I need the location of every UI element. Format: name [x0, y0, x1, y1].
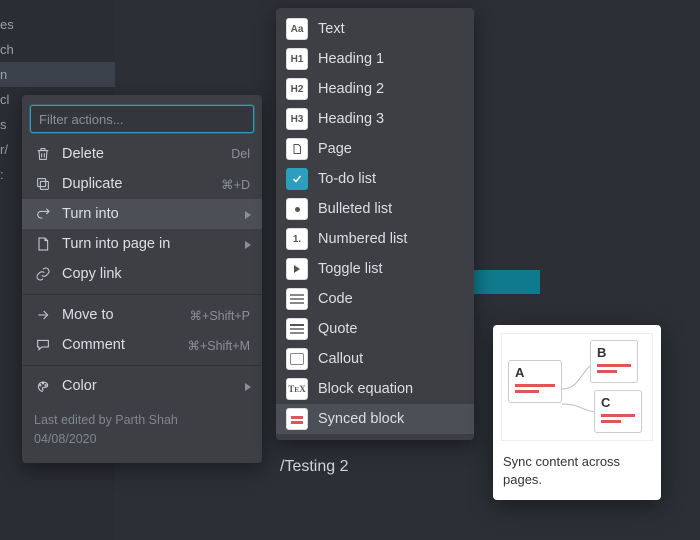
- shortcut: ⌘+D: [221, 177, 250, 192]
- last-edited-date: 04/08/2020: [34, 430, 250, 449]
- menu-item-label: Copy link: [62, 266, 250, 282]
- menu-item-label: Turn into page in: [62, 236, 250, 252]
- menu-footer: Last edited by Parth Shah 04/08/2020: [22, 401, 262, 453]
- turninto-icon: [34, 205, 52, 223]
- block-option-todo[interactable]: To-do list: [276, 164, 474, 194]
- block-option-equation[interactable]: TEX Block equation: [276, 374, 474, 404]
- menu-item-label: Turn into: [62, 206, 250, 222]
- block-option-label: Text: [318, 21, 464, 37]
- link-icon: [34, 265, 52, 283]
- block-option-quote[interactable]: Quote: [276, 314, 474, 344]
- block-context-menu: Delete Del Duplicate ⌘+D Turn into Turn …: [22, 95, 262, 463]
- block-option-page[interactable]: Page: [276, 134, 474, 164]
- synced-thumb-icon: [286, 408, 308, 430]
- tooltip-preview: A B C: [501, 333, 653, 441]
- menu-item-label: Duplicate: [62, 176, 221, 192]
- menu-item-duplicate[interactable]: Duplicate ⌘+D: [22, 169, 262, 199]
- h2-thumb-icon: H2: [286, 78, 308, 100]
- block-option-synced-block[interactable]: Synced block: [276, 404, 474, 434]
- menu-item-turn-into[interactable]: Turn into: [22, 199, 262, 229]
- block-option-label: Synced block: [318, 411, 464, 427]
- menu-item-label: Color: [62, 378, 250, 394]
- menu-item-label: Comment: [62, 337, 187, 353]
- numbered-thumb-icon: 1.: [286, 228, 308, 250]
- block-option-label: Bulleted list: [318, 201, 464, 217]
- block-option-callout[interactable]: Callout: [276, 344, 474, 374]
- menu-item-delete[interactable]: Delete Del: [22, 139, 262, 169]
- chevron-right-icon: [244, 206, 252, 222]
- block-option-label: To-do list: [318, 171, 464, 187]
- moveto-icon: [34, 306, 52, 324]
- color-icon: [34, 377, 52, 395]
- h1-thumb-icon: H1: [286, 48, 308, 70]
- trash-icon: [34, 145, 52, 163]
- code-thumb-icon: [286, 288, 308, 310]
- menu-separator: [22, 365, 262, 366]
- filter-actions-input[interactable]: [30, 105, 254, 133]
- block-option-label: Heading 2: [318, 81, 464, 97]
- callout-thumb-icon: [286, 348, 308, 370]
- block-option-toggle[interactable]: Toggle list: [276, 254, 474, 284]
- block-option-numbered[interactable]: 1. Numbered list: [276, 224, 474, 254]
- block-option-label: Page: [318, 141, 464, 157]
- menu-item-color[interactable]: Color: [22, 371, 262, 401]
- quote-thumb-icon: [286, 318, 308, 340]
- page-slash-command[interactable]: /Testing 2: [280, 458, 348, 476]
- menu-item-label: Delete: [62, 146, 231, 162]
- block-option-heading-1[interactable]: H1 Heading 1: [276, 44, 474, 74]
- page-icon: [34, 235, 52, 253]
- block-option-label: Callout: [318, 351, 464, 367]
- tooltip-description: Sync content across pages.: [493, 449, 661, 500]
- menu-item-copy-link[interactable]: Copy link: [22, 259, 262, 289]
- menu-item-turn-into-page-in[interactable]: Turn into page in: [22, 229, 262, 259]
- text-thumb-icon: Aa: [286, 18, 308, 40]
- duplicate-icon: [34, 175, 52, 193]
- tex-thumb-icon: TEX: [286, 378, 308, 400]
- shortcut: ⌘+Shift+M: [187, 338, 250, 353]
- turn-into-submenu: Aa Text H1 Heading 1 H2 Heading 2 H3 Hea…: [276, 8, 474, 440]
- todo-thumb-icon: [286, 168, 308, 190]
- block-option-bulleted[interactable]: Bulleted list: [276, 194, 474, 224]
- bullet-thumb-icon: [286, 198, 308, 220]
- block-option-label: Heading 3: [318, 111, 464, 127]
- block-option-code[interactable]: Code: [276, 284, 474, 314]
- shortcut: ⌘+Shift+P: [190, 308, 250, 323]
- shortcut: Del: [231, 147, 250, 161]
- block-option-label: Heading 1: [318, 51, 464, 67]
- toggle-thumb-icon: [286, 258, 308, 280]
- block-option-text[interactable]: Aa Text: [276, 14, 474, 44]
- block-tooltip-card: A B C Sync content across pages.: [493, 325, 661, 500]
- block-option-label: Code: [318, 291, 464, 307]
- last-edited-by: Last edited by Parth Shah: [34, 411, 250, 430]
- h3-thumb-icon: H3: [286, 108, 308, 130]
- comment-icon: [34, 336, 52, 354]
- block-option-heading-3[interactable]: H3 Heading 3: [276, 104, 474, 134]
- chevron-right-icon: [244, 378, 252, 394]
- page-thumb-icon: [286, 138, 308, 160]
- menu-item-comment[interactable]: Comment ⌘+Shift+M: [22, 330, 262, 360]
- preview-card-c: C: [594, 390, 642, 433]
- chevron-right-icon: [244, 236, 252, 252]
- block-option-label: Numbered list: [318, 231, 464, 247]
- menu-separator: [22, 294, 262, 295]
- block-option-label: Block equation: [318, 381, 464, 397]
- block-option-label: Toggle list: [318, 261, 464, 277]
- preview-card-b: B: [590, 340, 638, 383]
- block-option-label: Quote: [318, 321, 464, 337]
- block-option-heading-2[interactable]: H2 Heading 2: [276, 74, 474, 104]
- menu-item-move-to[interactable]: Move to ⌘+Shift+P: [22, 300, 262, 330]
- menu-item-label: Move to: [62, 307, 190, 323]
- preview-card-a: A: [508, 360, 562, 403]
